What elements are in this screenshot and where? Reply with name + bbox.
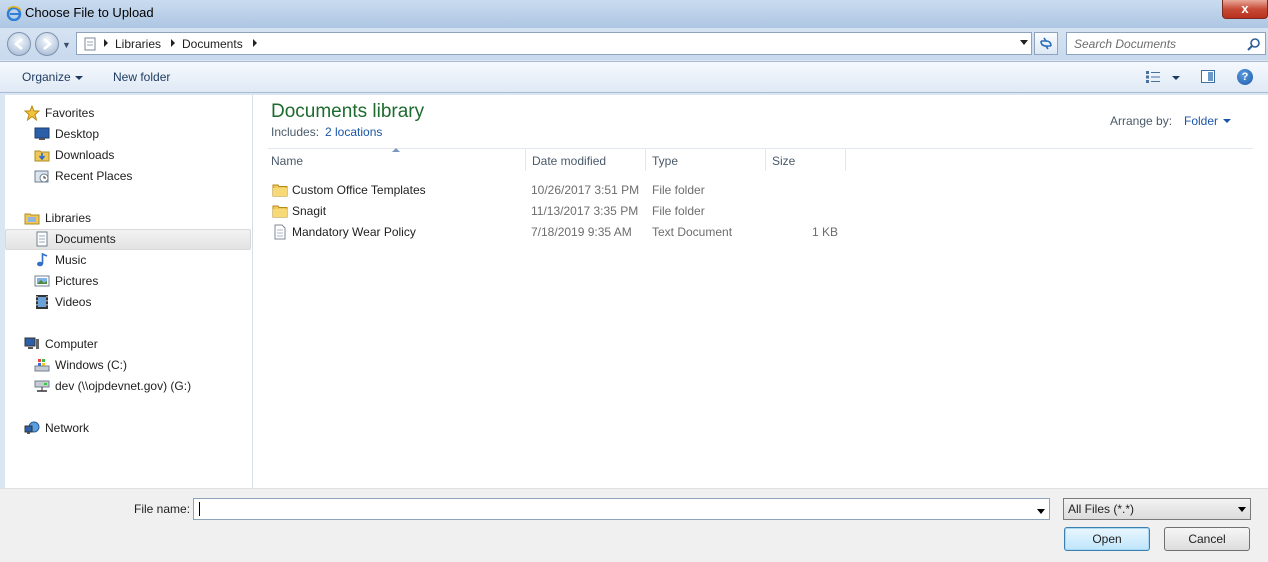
column-divider[interactable]	[645, 149, 646, 171]
pictures-icon	[34, 275, 50, 287]
file-date: 11/13/2017 3:35 PM	[531, 204, 639, 218]
forward-arrow-icon	[43, 38, 52, 50]
search-icon[interactable]	[1247, 37, 1261, 54]
column-header-size[interactable]: Size	[772, 154, 795, 168]
search-input[interactable]: Search Documents	[1066, 32, 1266, 55]
title-bar	[0, 0, 1268, 28]
file-size: 1 KB	[811, 225, 838, 239]
computer-icon	[24, 337, 39, 349]
folder-icon	[272, 205, 288, 218]
breadcrumb-separator-icon[interactable]	[104, 39, 108, 47]
file-name-dropdown-icon[interactable]	[1037, 509, 1045, 514]
text-caret	[199, 502, 200, 516]
file-type: File folder	[652, 204, 705, 218]
file-list-pane[interactable]: Documents library Includes: 2 locations …	[253, 95, 1268, 488]
cancel-button[interactable]: Cancel	[1164, 527, 1250, 551]
includes-label: Includes:	[271, 125, 320, 139]
breadcrumb-separator-icon[interactable]	[253, 39, 257, 47]
command-bar	[0, 61, 1268, 93]
breadcrumb-documents[interactable]: Documents	[182, 37, 243, 51]
documents-icon	[36, 231, 48, 247]
change-view-button[interactable]	[1146, 71, 1162, 86]
recent-places-icon	[34, 170, 49, 183]
file-type: File folder	[652, 183, 705, 197]
new-folder-button[interactable]: New folder	[113, 70, 170, 84]
includes-locations-link[interactable]: 2 locations	[325, 125, 382, 139]
videos-icon	[36, 295, 48, 309]
chevron-down-icon[interactable]	[1223, 119, 1231, 123]
file-row[interactable]: Mandatory Wear Policy 7/18/2019 9:35 AM …	[268, 222, 848, 243]
address-dropdown-icon[interactable]	[1020, 40, 1028, 45]
recent-pages-dropdown[interactable]: ▼	[62, 40, 71, 50]
details-view-icon	[1146, 71, 1160, 83]
arrange-by-dropdown[interactable]: Folder	[1184, 114, 1218, 128]
close-icon: x	[1241, 1, 1249, 16]
downloads-folder-icon	[34, 150, 50, 162]
internet-explorer-icon	[6, 5, 22, 22]
file-name-input[interactable]	[193, 498, 1050, 520]
file-type: Text Document	[652, 225, 733, 239]
documents-icon	[83, 37, 97, 54]
folder-icon	[272, 184, 288, 197]
arrange-by-label: Arrange by:	[1110, 114, 1173, 128]
file-name: Mandatory Wear Policy	[292, 225, 416, 239]
organize-button[interactable]: Organize	[22, 70, 71, 84]
column-header-name[interactable]: Name	[271, 154, 303, 168]
file-date: 7/18/2019 9:35 AM	[531, 225, 632, 239]
refresh-button[interactable]	[1034, 32, 1058, 55]
back-button[interactable]	[7, 32, 31, 56]
file-type-select[interactable]: All Files (*.*)	[1063, 498, 1251, 520]
libraries-icon	[24, 213, 40, 225]
forward-button[interactable]	[35, 32, 59, 56]
file-name-label: File name:	[134, 502, 191, 516]
breadcrumb-libraries[interactable]: Libraries	[115, 37, 161, 51]
file-row[interactable]: Snagit 11/13/2017 3:35 PM File folder	[268, 201, 848, 222]
text-file-icon	[274, 224, 286, 240]
header-divider	[268, 148, 1253, 149]
library-title: Documents library	[271, 101, 425, 122]
music-icon	[37, 252, 48, 267]
back-arrow-icon	[14, 38, 23, 50]
close-button[interactable]: x	[1222, 0, 1268, 19]
drive-icon	[34, 359, 50, 372]
file-type-value: All Files (*.*)	[1068, 502, 1135, 516]
star-icon	[24, 105, 40, 121]
navigation-pane[interactable]: Favorites Desktop Downloads Recent Place…	[5, 95, 253, 488]
column-divider[interactable]	[765, 149, 766, 171]
chevron-down-icon[interactable]	[1172, 76, 1180, 80]
help-icon[interactable]: ?	[1237, 69, 1253, 85]
file-row[interactable]: Custom Office Templates 10/26/2017 3:51 …	[268, 180, 848, 201]
file-name: Custom Office Templates	[292, 183, 426, 197]
file-date: 10/26/2017 3:51 PM	[531, 183, 640, 197]
column-divider[interactable]	[845, 149, 846, 171]
search-placeholder: Search Documents	[1074, 37, 1177, 51]
network-drive-icon	[34, 380, 50, 392]
breadcrumb-separator-icon[interactable]	[171, 39, 175, 47]
column-divider[interactable]	[525, 149, 526, 171]
open-button[interactable]: Open	[1064, 527, 1150, 551]
chevron-down-icon[interactable]	[75, 76, 83, 80]
file-name: Snagit	[292, 204, 327, 218]
refresh-icon	[1040, 37, 1052, 50]
chevron-down-icon	[1238, 507, 1246, 512]
window-title: Choose File to Upload	[25, 5, 154, 20]
address-bar[interactable]: Libraries Documents	[76, 32, 1032, 55]
sort-ascending-icon	[392, 148, 400, 152]
column-header-type[interactable]: Type	[652, 154, 678, 168]
desktop-icon	[34, 127, 50, 140]
preview-pane-icon[interactable]	[1201, 70, 1215, 83]
column-header-date-modified[interactable]: Date modified	[532, 154, 606, 168]
network-icon	[24, 421, 40, 434]
